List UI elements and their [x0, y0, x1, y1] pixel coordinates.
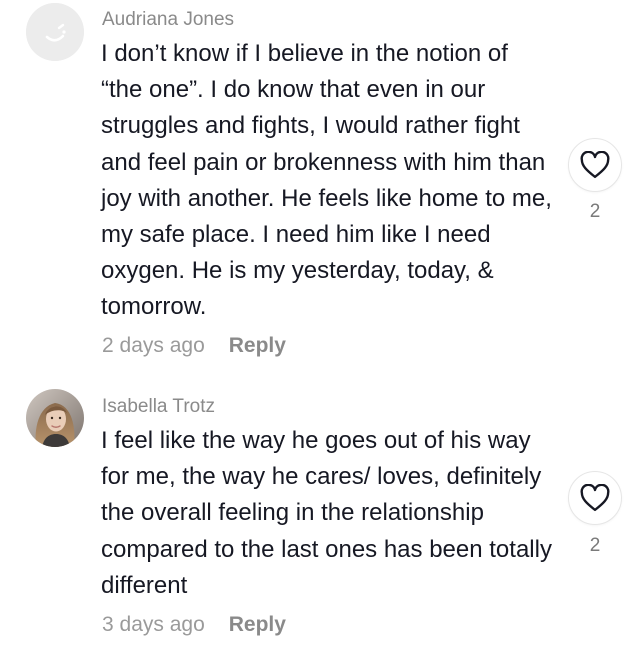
like-count: 2 — [589, 201, 601, 222]
reply-button[interactable]: Reply — [229, 613, 286, 636]
heart-outline-icon — [580, 151, 610, 179]
comment-meta: 3 days ago Reply — [102, 613, 286, 637]
like-button[interactable] — [568, 471, 622, 525]
comment-meta: 2 days ago Reply — [102, 334, 286, 358]
comment-author[interactable]: Audriana Jones — [102, 9, 234, 31]
smiley-avatar-glyph — [26, 3, 84, 61]
comment-timestamp: 2 days ago — [102, 334, 205, 357]
comment-text: I don’t know if I believe in the notion … — [101, 40, 552, 321]
like-button[interactable] — [568, 138, 622, 192]
heart-outline-icon — [580, 484, 610, 512]
like-count: 2 — [589, 535, 601, 556]
comment-list: Audriana Jones I don’t know if I believe… — [0, 0, 640, 650]
comment-text: I feel like the way he goes out of his w… — [101, 427, 552, 599]
comment-timestamp: 3 days ago — [102, 613, 205, 636]
profile-photo[interactable] — [26, 389, 84, 447]
comment-author[interactable]: Isabella Trotz — [102, 396, 215, 418]
reply-button[interactable]: Reply — [229, 334, 286, 357]
profile-photo-image — [26, 389, 84, 447]
default-avatar-icon[interactable] — [26, 3, 84, 61]
